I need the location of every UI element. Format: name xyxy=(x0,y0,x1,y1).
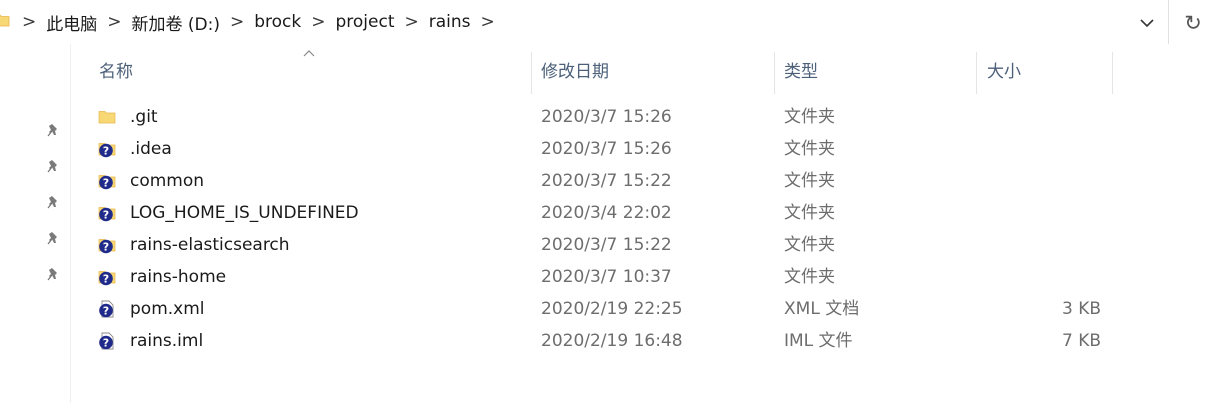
chevron-down-icon xyxy=(1140,19,1154,28)
svg-text:?: ? xyxy=(103,273,109,286)
file-modified-date: 2020/3/7 15:22 xyxy=(541,235,672,255)
file-type: 文件夹 xyxy=(784,203,835,223)
file-modified-date: 2020/3/7 15:26 xyxy=(541,107,672,127)
file-modified-date: 2020/3/4 22:02 xyxy=(541,203,672,223)
folder-question-icon: ? xyxy=(98,207,116,222)
file-question-icon: ? xyxy=(99,332,114,350)
breadcrumb-separator-icon[interactable]: > xyxy=(309,12,327,32)
refresh-icon: ↻ xyxy=(1184,11,1202,35)
address-history-dropdown[interactable] xyxy=(1134,10,1160,36)
file-name: .idea xyxy=(130,139,172,159)
svg-text:?: ? xyxy=(103,177,109,190)
folder-icon xyxy=(0,14,10,27)
folder-question-icon: ? xyxy=(98,175,116,190)
pin-icon xyxy=(47,268,57,281)
file-size: 7 KB xyxy=(1061,331,1101,351)
breadcrumb-item[interactable]: project xyxy=(328,12,403,32)
file-type: XML 文档 xyxy=(784,299,860,319)
file-name: LOG_HOME_IS_UNDEFINED xyxy=(130,203,359,223)
file-row[interactable]: .git 2020/3/7 15:26 文件夹 xyxy=(70,101,1207,133)
file-name: common xyxy=(130,171,205,191)
breadcrumb-separator-icon[interactable]: > xyxy=(403,12,421,32)
file-row[interactable]: ? LOG_HOME_IS_UNDEFINED 2020/3/4 22:02 文件夹 xyxy=(70,197,1207,229)
file-type: 文件夹 xyxy=(784,107,835,127)
breadcrumb-separator-icon[interactable]: > xyxy=(479,12,497,32)
folder-question-icon: ? xyxy=(98,239,116,254)
refresh-button[interactable]: ↻ xyxy=(1180,10,1206,36)
breadcrumb-item[interactable]: rains xyxy=(421,12,479,32)
folder-question-icon: ? xyxy=(98,271,116,286)
file-name: rains-elasticsearch xyxy=(130,235,290,255)
file-name: .git xyxy=(130,107,158,127)
breadcrumb-separator-icon[interactable]: > xyxy=(20,12,38,32)
address-bar[interactable]: > 此电脑 > 新加卷 (D:) > brock > project > rains > ↻ xyxy=(0,0,1207,44)
file-modified-date: 2020/2/19 16:48 xyxy=(541,331,683,351)
file-modified-date: 2020/3/7 15:26 xyxy=(541,139,672,159)
file-size: 3 KB xyxy=(1061,299,1101,319)
file-row[interactable]: ? common 2020/3/7 15:22 文件夹 xyxy=(70,165,1207,197)
breadcrumb-item[interactable]: 新加卷 (D:) xyxy=(124,10,229,35)
file-name: pom.xml xyxy=(130,299,205,319)
breadcrumb-item[interactable]: 此电脑 xyxy=(38,10,105,35)
file-type: 文件夹 xyxy=(784,139,835,159)
file-name: rains-home xyxy=(130,267,227,287)
pin-icon xyxy=(47,196,57,209)
file-modified-date: 2020/3/7 10:37 xyxy=(541,267,672,287)
pin-icon xyxy=(47,232,57,245)
file-row[interactable]: ? .idea 2020/3/7 15:26 文件夹 xyxy=(70,133,1207,165)
column-divider[interactable] xyxy=(976,52,977,94)
file-row[interactable]: ? rains-elasticsearch 2020/3/7 15:22 文件夹 xyxy=(70,229,1207,261)
file-row[interactable]: ? rains-home 2020/3/7 10:37 文件夹 xyxy=(70,261,1207,293)
pin-icon xyxy=(47,160,57,173)
pin-icon xyxy=(47,124,57,137)
divider xyxy=(1168,0,1169,44)
svg-text:?: ? xyxy=(103,337,109,350)
column-modified[interactable]: 修改日期 xyxy=(541,44,609,100)
svg-text:?: ? xyxy=(103,241,109,254)
column-header: 名称 修改日期 类型 大小 xyxy=(70,44,1207,100)
navigation-pane[interactable] xyxy=(0,44,71,403)
file-type: 文件夹 xyxy=(784,171,835,191)
file-modified-date: 2020/2/19 22:25 xyxy=(541,299,683,319)
folder-question-icon: ? xyxy=(98,143,116,158)
file-name: rains.iml xyxy=(130,331,204,351)
column-type[interactable]: 类型 xyxy=(784,44,818,100)
folder-icon xyxy=(98,111,116,124)
file-question-icon: ? xyxy=(99,300,114,318)
column-divider[interactable] xyxy=(531,52,532,94)
file-row[interactable]: ? rains.iml 2020/2/19 16:48 IML 文件 7 KB xyxy=(70,325,1207,357)
column-divider[interactable] xyxy=(774,52,775,94)
svg-text:?: ? xyxy=(103,305,109,318)
breadcrumb-item[interactable]: brock xyxy=(246,12,309,32)
svg-text:?: ? xyxy=(103,145,109,158)
file-list: .git 2020/3/7 15:26 文件夹? .idea 2020/3/7 15:2… xyxy=(70,101,1207,357)
svg-text:?: ? xyxy=(103,209,109,222)
file-type: IML 文件 xyxy=(784,331,853,351)
breadcrumb-separator-icon[interactable]: > xyxy=(228,12,246,32)
breadcrumb: > 此电脑 > 新加卷 (D:) > brock > project > rains > xyxy=(20,0,497,44)
breadcrumb-separator-icon[interactable]: > xyxy=(105,12,123,32)
column-size[interactable]: 大小 xyxy=(987,44,1021,100)
sort-ascending-icon xyxy=(303,50,315,57)
column-divider[interactable] xyxy=(1112,52,1113,94)
file-row[interactable]: ? pom.xml 2020/2/19 22:25 XML 文档 3 KB xyxy=(70,293,1207,325)
file-type: 文件夹 xyxy=(784,235,835,255)
file-type: 文件夹 xyxy=(784,267,835,287)
file-modified-date: 2020/3/7 15:22 xyxy=(541,171,672,191)
column-name[interactable]: 名称 xyxy=(99,44,133,100)
